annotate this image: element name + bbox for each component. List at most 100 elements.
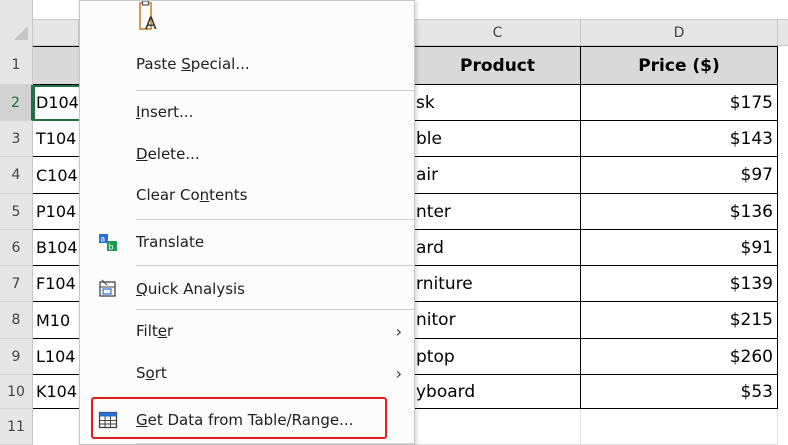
cell-id[interactable]: T104 — [33, 121, 79, 157]
cell-id[interactable]: K104 — [33, 375, 79, 409]
cell-price[interactable]: $260 — [581, 339, 778, 375]
label-part: S — [136, 364, 146, 382]
menu-separator — [136, 309, 414, 310]
header-price[interactable]: Price ($) — [581, 46, 778, 85]
cell-id[interactable]: B104 — [33, 230, 79, 266]
label-part: elete... — [147, 145, 200, 163]
active-cell-selection — [33, 85, 81, 121]
row-header[interactable]: 11 — [0, 409, 33, 445]
cell-product[interactable]: ble — [415, 121, 581, 157]
label-accel: S — [181, 55, 191, 73]
cell-id[interactable]: M10 — [33, 302, 79, 339]
label-part: nsert... — [140, 103, 194, 121]
label-part: tents — [209, 186, 248, 204]
cell-product[interactable]: air — [415, 157, 581, 194]
label-part: Clear Co — [136, 186, 200, 204]
cell-price[interactable]: $215 — [581, 302, 778, 339]
row-header[interactable]: 9 — [0, 339, 33, 375]
label-accel: o — [145, 364, 155, 382]
menu-label: Filter — [136, 322, 173, 340]
header-product[interactable]: Product — [415, 46, 581, 85]
menu-item-clear-contents[interactable]: Clear Contents — [80, 175, 414, 215]
svg-text:b: b — [109, 243, 114, 252]
label-accel: D — [136, 145, 148, 163]
label-part: Paste — [136, 55, 182, 73]
label-part: rt — [154, 364, 167, 382]
cell-price[interactable]: $91 — [581, 230, 778, 266]
row-header[interactable]: 6 — [0, 230, 33, 266]
menu-item-insert[interactable]: Insert... — [80, 92, 414, 132]
cell-price[interactable]: $139 — [581, 266, 778, 302]
label-accel: Q — [136, 280, 148, 298]
label-part: pecial... — [190, 55, 250, 73]
cell-product[interactable]: sk — [415, 85, 581, 121]
column-letter: C — [492, 24, 503, 41]
cell-price[interactable]: $53 — [581, 375, 778, 409]
context-menu: A Paste Special... Insert... Delete... C… — [79, 0, 415, 445]
menu-label: Sort — [136, 364, 167, 382]
column-header-c[interactable]: C — [415, 20, 581, 46]
cell-product[interactable]: rniture — [415, 266, 581, 302]
menu-label: Translate — [136, 233, 205, 251]
column-letter: D — [673, 24, 685, 41]
cell-d11[interactable] — [581, 409, 778, 445]
menu-label: Paste Special... — [136, 55, 250, 73]
cell-product[interactable]: yboard — [415, 375, 581, 409]
row-header[interactable]: 1 — [0, 46, 33, 85]
cell-id[interactable]: L104 — [33, 339, 79, 375]
label-accel: n — [199, 186, 210, 204]
row-header[interactable]: 7 — [0, 266, 33, 302]
column-header-e[interactable] — [778, 20, 788, 46]
label-part: uick Analysis — [147, 280, 245, 298]
column-header-d[interactable]: D — [581, 20, 778, 46]
menu-item-filter[interactable]: Filter › — [80, 311, 414, 351]
row-header[interactable]: 10 — [0, 375, 33, 409]
label-part: r — [167, 322, 174, 340]
cell-id[interactable]: F104 — [33, 266, 79, 302]
cell-product[interactable]: ard — [415, 230, 581, 266]
menu-label: Insert... — [136, 103, 193, 121]
label-part: Filt — [136, 322, 158, 340]
row-header[interactable]: 8 — [0, 302, 33, 339]
cell-c11[interactable] — [415, 409, 581, 445]
menu-label: Quick Analysis — [136, 280, 245, 298]
menu-item-translate[interactable]: a b Translate — [80, 222, 414, 262]
chevron-right-icon: › — [395, 321, 402, 341]
menu-item-delete[interactable]: Delete... — [80, 134, 414, 174]
cell-product[interactable]: nter — [415, 194, 581, 230]
chevron-right-icon: › — [395, 363, 402, 383]
row-header[interactable]: 5 — [0, 194, 33, 230]
menu-separator — [136, 265, 414, 266]
row-header[interactable]: 2 — [0, 85, 33, 121]
translate-icon: a b — [98, 232, 118, 252]
header-price-label: Price ($) — [638, 55, 720, 76]
menu-item-paste-special[interactable]: Paste Special... — [80, 44, 414, 84]
cell-id[interactable]: C104 — [33, 157, 79, 194]
row-header[interactable]: 3 — [0, 121, 33, 157]
cell-price[interactable]: $136 — [581, 194, 778, 230]
cell-product[interactable]: ptop — [415, 339, 581, 375]
paste-icon-letter: A — [145, 14, 157, 34]
header-product-label: Product — [460, 55, 535, 76]
menu-item-sort[interactable]: Sort › — [80, 353, 414, 393]
cell-id[interactable]: P104 — [33, 194, 79, 230]
menu-label: Delete... — [136, 145, 200, 163]
label-accel: e — [157, 322, 167, 340]
menu-label: Clear Contents — [136, 186, 248, 204]
row-header[interactable]: 4 — [0, 157, 33, 194]
cell-price[interactable]: $97 — [581, 157, 778, 194]
menu-separator — [136, 90, 414, 91]
cell-price[interactable]: $175 — [581, 85, 778, 121]
quick-analysis-icon — [98, 279, 118, 299]
column-header-b[interactable] — [33, 20, 79, 46]
select-all-triangle-icon — [14, 26, 28, 40]
highlight-box — [91, 397, 387, 439]
paste-keep-text-icon[interactable]: A — [138, 0, 160, 35]
svg-text:a: a — [100, 235, 105, 244]
cell-product[interactable]: nitor — [415, 302, 581, 339]
cell-b1[interactable] — [33, 46, 79, 85]
menu-separator — [136, 443, 414, 444]
cell-price[interactable]: $143 — [581, 121, 778, 157]
menu-separator — [136, 219, 414, 220]
menu-item-quick-analysis[interactable]: Quick Analysis — [80, 269, 414, 309]
